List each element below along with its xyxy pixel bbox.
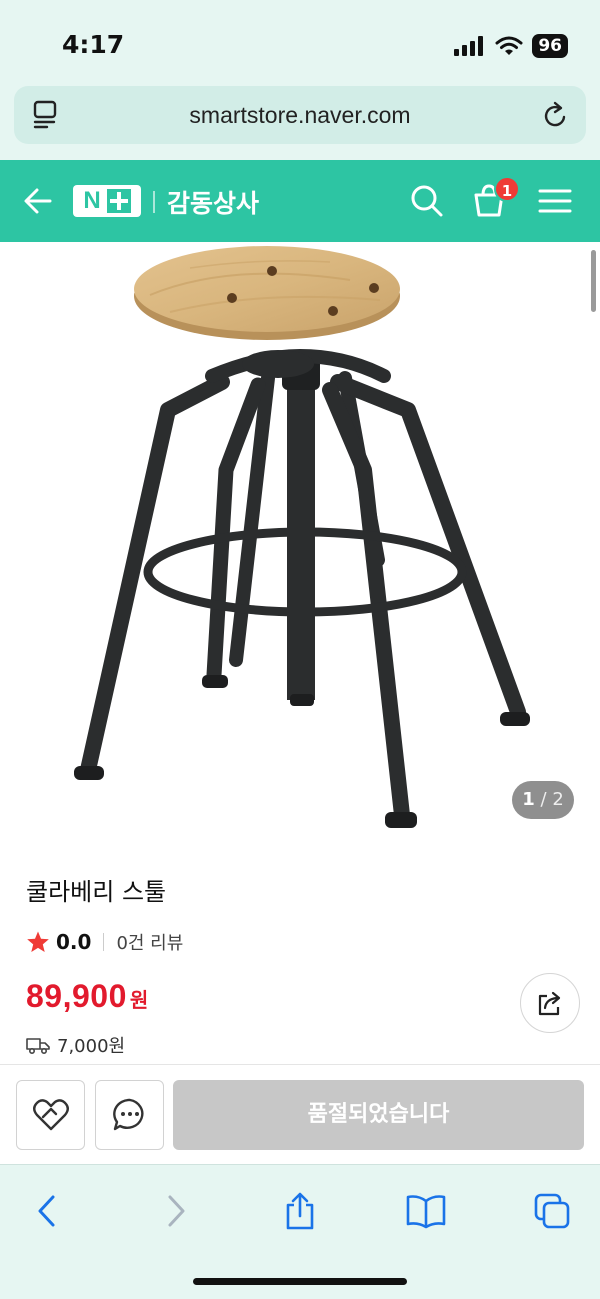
image-counter: 1 / 2 — [512, 781, 574, 819]
shipping-fee: 7,000원 — [57, 1036, 126, 1057]
bookmarks-icon[interactable] — [405, 1191, 447, 1231]
chat-button[interactable] — [95, 1080, 164, 1150]
heart-icon — [32, 1099, 69, 1131]
safari-toolbar — [0, 1164, 600, 1299]
header-divider — [153, 191, 155, 213]
price-unit: 원 — [129, 988, 149, 1012]
reload-icon[interactable] — [542, 100, 570, 130]
status-icons: 96 — [454, 34, 568, 58]
review-count[interactable]: 0건 리뷰 — [116, 929, 183, 955]
naver-plus-logo[interactable]: N — [73, 185, 141, 217]
star-icon — [27, 931, 49, 952]
share-icon — [538, 991, 561, 1016]
rating-value: 0.0 — [56, 930, 92, 954]
image-counter-separator: / — [540, 789, 547, 810]
safari-forward-icon[interactable] — [162, 1191, 190, 1231]
product-image[interactable] — [0, 242, 600, 844]
wifi-icon — [495, 36, 523, 55]
status-bar: 4:17 96 — [0, 0, 600, 78]
product-title: 쿨라베리 스툴 — [26, 878, 167, 906]
address-bar[interactable]: smartstore.naver.com — [14, 86, 586, 144]
url-text: smartstore.naver.com — [189, 102, 411, 128]
safari-back-icon[interactable] — [33, 1191, 61, 1231]
chat-icon — [112, 1098, 143, 1131]
price-row: 89,900 원 — [26, 978, 148, 1015]
store-name[interactable]: 감동상사 — [167, 184, 259, 220]
wishlist-button[interactable] — [16, 1080, 85, 1150]
truck-icon — [26, 1038, 50, 1055]
store-header: N 감동상사 1 — [0, 160, 600, 242]
purchase-action-bar: 품절되었습니다 — [0, 1064, 600, 1164]
shipping-fee-row: 7,000원 — [26, 1032, 125, 1058]
rating-row[interactable]: 0.0 0건 리뷰 — [26, 929, 183, 955]
share-button[interactable] — [520, 973, 580, 1033]
back-arrow-icon[interactable] — [22, 186, 54, 216]
status-time: 4:17 — [62, 30, 125, 59]
tabs-icon[interactable] — [532, 1191, 572, 1231]
soldout-button[interactable]: 품절되었습니다 — [173, 1080, 584, 1150]
image-counter-total: 2 — [552, 789, 564, 810]
image-counter-current: 1 — [522, 789, 535, 810]
search-icon[interactable] — [410, 184, 444, 218]
safari-share-icon[interactable] — [283, 1191, 317, 1231]
scrollbar-thumb[interactable] — [591, 250, 596, 312]
browser-address-area: smartstore.naver.com — [0, 78, 600, 160]
cart-count-badge: 1 — [494, 176, 520, 202]
stool-image — [74, 246, 530, 828]
price-value: 89,900 — [26, 978, 127, 1014]
home-indicator — [193, 1278, 407, 1285]
rating-divider — [103, 933, 105, 951]
battery-indicator: 96 — [532, 34, 568, 58]
signal-icon — [454, 36, 484, 56]
menu-icon[interactable] — [538, 186, 572, 216]
